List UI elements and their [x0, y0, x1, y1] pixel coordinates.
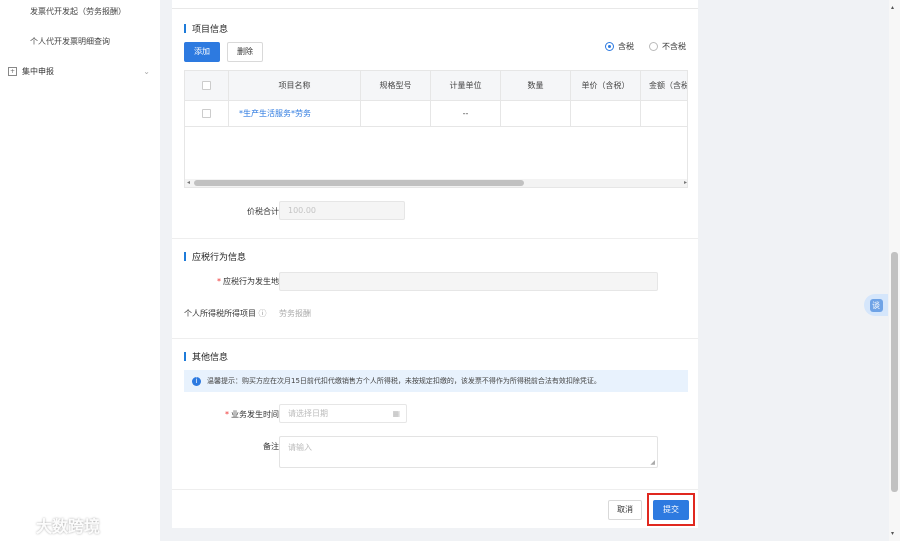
sidebar-item-invoice-labor[interactable]: 发票代开发起（劳务报酬） — [30, 6, 126, 17]
column-header: 数量 — [501, 71, 571, 100]
section-bar — [184, 24, 186, 33]
scroll-down-icon[interactable]: ▾ — [891, 530, 894, 537]
add-button[interactable]: 添加 — [184, 42, 220, 62]
cancel-button[interactable]: 取消 — [608, 500, 642, 520]
date-picker[interactable]: 请选择日期 ▦ — [279, 404, 407, 423]
sidebar: 发票代开发起（劳务报酬） 个人代开发票明细查询 + 集中申报 ⌄ — [0, 0, 160, 541]
section-bar — [184, 352, 186, 361]
column-header: 规格型号 — [361, 71, 431, 100]
notice-banner: i 温馨提示：购买方应在次月15日前代扣代缴销售方个人所得税，未按规定扣缴的，该… — [184, 370, 688, 392]
total-field: 100.00 — [279, 201, 405, 220]
watermark: 大数跨境 — [6, 513, 100, 537]
date-label-text: 业务发生时间 — [231, 410, 279, 419]
column-header: 项目名称 — [229, 71, 361, 100]
date-label: * 业务发生时间 — [202, 409, 279, 420]
total-label: 价税合计 — [247, 207, 279, 216]
sidebar-group-label: 集中申报 — [22, 67, 54, 76]
section-title-project: 项目信息 — [184, 22, 228, 35]
scrollbar-thumb[interactable] — [194, 180, 524, 186]
required-asterisk: * — [225, 410, 229, 419]
radio-label: 含税 — [618, 42, 634, 51]
watermark-text: 大数跨境 — [36, 517, 101, 536]
income-label-text: 个人所得税所得项目 — [184, 309, 256, 318]
scroll-up-icon[interactable]: ▴ — [891, 4, 894, 11]
remark-placeholder: 请输入 — [288, 443, 312, 452]
spec-cell[interactable] — [361, 101, 431, 126]
section-title-text: 项目信息 — [192, 25, 229, 35]
divider — [172, 489, 698, 490]
sidebar-item-invoice-query[interactable]: 个人代开发票明细查询 — [30, 36, 110, 47]
divider — [172, 8, 698, 9]
divider — [172, 238, 698, 239]
remark-textarea[interactable]: 请输入 ◢ — [279, 436, 658, 468]
section-title-text: 应税行为信息 — [192, 253, 247, 263]
income-label: 个人所得税所得项目 ⓘ — [184, 308, 267, 319]
delete-button[interactable]: 删除 — [227, 42, 263, 62]
sidebar-group-centralized-declaration[interactable]: + 集中申报 ⌄ — [8, 66, 150, 77]
chevron-down-icon: ⌄ — [143, 67, 150, 76]
info-icon: i — [192, 376, 201, 386]
row-checkbox[interactable] — [185, 101, 229, 126]
radio-checked-icon — [605, 42, 614, 51]
section-title-text: 其他信息 — [192, 353, 229, 363]
remark-label: 备注 — [263, 442, 279, 451]
unit-cell[interactable]: -- — [431, 101, 501, 126]
radio-tax-excluded[interactable]: 不含税 — [649, 41, 686, 52]
resize-grip-icon[interactable]: ◢ — [650, 459, 655, 466]
floating-chat-button[interactable]: 谈 — [864, 294, 888, 316]
scroll-left-icon[interactable]: ◂ — [187, 179, 190, 187]
checkbox-icon — [202, 81, 211, 90]
select-all-checkbox[interactable] — [185, 71, 229, 100]
chat-icon: 谈 — [869, 298, 883, 312]
place-label-text: 应税行为发生地 — [223, 277, 279, 286]
notice-text: 温馨提示：购买方应在次月15日前代扣代缴销售方个人所得税，未按规定扣缴的，该发票… — [207, 377, 601, 385]
scrollbar-thumb[interactable] — [891, 252, 898, 492]
scroll-right-icon[interactable]: ▸ — [684, 179, 687, 187]
table-row: *生产生活服务*劳务 -- — [185, 101, 687, 127]
radio-label: 不含税 — [662, 42, 686, 51]
expand-box-icon: + — [8, 67, 17, 76]
invoice-form-card: 项目信息 添加 删除 含税 不含税 项目名称 规格型号 计量单位 数量 单价（含… — [172, 0, 698, 528]
submit-button[interactable]: 提交 — [653, 500, 689, 520]
radio-tax-included[interactable]: 含税 — [605, 41, 634, 52]
place-label: * 应税行为发生地 — [192, 276, 279, 287]
column-header: 金额（含税） — [649, 81, 687, 90]
quantity-cell[interactable] — [501, 101, 571, 126]
table-header: 项目名称 规格型号 计量单位 数量 单价（含税） 金额（含税） — [185, 71, 687, 101]
column-header: 计量单位 — [431, 71, 501, 100]
required-asterisk: * — [217, 277, 221, 286]
price-cell[interactable] — [571, 101, 641, 126]
divider — [172, 338, 698, 339]
section-bar — [184, 252, 186, 261]
place-select[interactable] — [279, 272, 658, 291]
radio-unchecked-icon — [649, 42, 658, 51]
help-icon[interactable]: ⓘ — [259, 309, 267, 318]
date-placeholder: 请选择日期 — [288, 409, 328, 418]
vertical-scrollbar[interactable]: ▴ ▾ — [889, 0, 900, 541]
amount-cell[interactable] — [641, 101, 687, 126]
calendar-icon: ▦ — [392, 409, 400, 418]
project-table: 项目名称 规格型号 计量单位 数量 单价（含税） 金额（含税） *生产生活服务*… — [184, 70, 688, 188]
section-title-other: 其他信息 — [184, 350, 228, 363]
column-header: 单价（含税） — [571, 71, 641, 100]
item-name-cell[interactable]: *生产生活服务*劳务 — [229, 101, 361, 126]
horizontal-scrollbar[interactable]: ◂ ▸ — [185, 179, 687, 187]
checkbox-icon — [202, 109, 211, 118]
income-value: 劳务报酬 — [279, 309, 311, 318]
brand-logo-icon — [8, 515, 30, 534]
section-title-taxable: 应税行为信息 — [184, 250, 246, 263]
